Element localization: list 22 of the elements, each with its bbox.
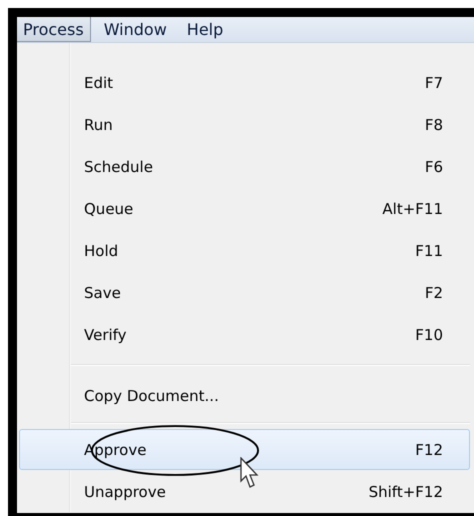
- menu-item[interactable]: Save F2: [19, 272, 470, 313]
- shortcut-label: F6: [424, 158, 443, 176]
- shortcut-label: F2: [424, 284, 443, 302]
- shortcut-label: Shift+F12: [368, 482, 443, 500]
- menu-item[interactable]: Verify F10: [19, 314, 470, 355]
- menu-bar-item[interactable]: Help: [180, 17, 230, 42]
- shortcut-label: F12: [415, 440, 443, 458]
- menu-bar-item[interactable]: Window: [96, 17, 174, 42]
- shortcut-label: Alt+F11: [382, 200, 443, 218]
- menu-bar-item[interactable]: Process: [17, 17, 91, 42]
- menu-item[interactable]: Hold F11: [19, 230, 470, 271]
- cursor-icon: [240, 457, 260, 489]
- shortcut-label: F8: [424, 116, 443, 134]
- menu-item[interactable]: Unapprove Shift+F12: [19, 471, 470, 512]
- menu-item[interactable]: Schedule F6: [19, 146, 470, 187]
- shortcut-label: F7: [424, 74, 443, 92]
- menu-item[interactable]: Run F8: [19, 104, 470, 145]
- shortcut-label: F10: [415, 326, 443, 344]
- menu-item[interactable]: Edit F7: [19, 62, 470, 103]
- menu-item[interactable]: Queue Alt+F11: [19, 188, 470, 229]
- shortcut-label: F11: [415, 242, 443, 260]
- menu-item[interactable]: Copy Document...: [19, 375, 470, 416]
